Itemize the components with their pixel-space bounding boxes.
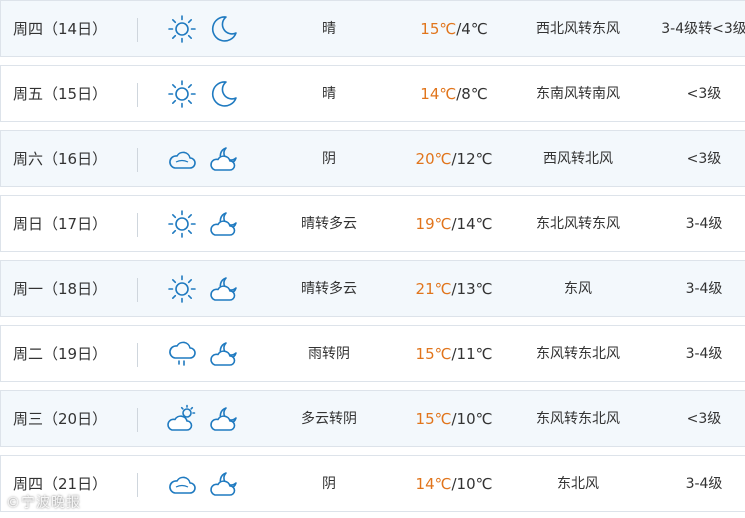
low-temp: 8℃	[461, 85, 488, 103]
divider	[137, 18, 138, 42]
low-temp: 13℃	[456, 280, 493, 298]
day-label: 周一（18日）	[13, 280, 108, 298]
cloud-icon	[167, 144, 197, 174]
divider	[137, 343, 138, 367]
cloudy-night-icon	[209, 339, 239, 369]
temperature-range: 15℃/10℃	[395, 391, 513, 448]
low-temp: 11℃	[456, 345, 493, 363]
low-temp: 10℃	[456, 410, 493, 428]
wind-direction: 东北风	[557, 476, 599, 492]
high-temp: 21℃	[415, 280, 452, 298]
forecast-row: 周三（20日） 多云转阴 15℃/10℃ 东风转东北风 <3级	[0, 390, 745, 447]
wind-level: 3-4级	[685, 476, 723, 492]
temperature-range: 21℃/13℃	[395, 261, 513, 318]
condition-text: 晴	[322, 86, 336, 102]
weather-icons	[167, 339, 251, 369]
day-label: 周日（17日）	[13, 215, 108, 233]
cloudy-night-icon	[209, 209, 239, 239]
high-temp: 14℃	[415, 475, 452, 493]
moon-icon	[209, 14, 239, 44]
wind-direction: 东北风转东风	[536, 216, 620, 232]
cloudy-night-icon	[209, 274, 239, 304]
forecast-row: 周二（19日） 雨转阴 15℃/11℃ 东风转东北风 3-4级	[0, 325, 745, 382]
day-label: 周四（14日）	[13, 20, 108, 38]
low-temp: 10℃	[456, 475, 493, 493]
condition-text: 雨转阴	[308, 346, 350, 362]
weather-icons	[167, 274, 251, 304]
wind-direction: 西北风转东风	[536, 21, 620, 37]
divider	[137, 278, 138, 302]
sun-icon	[167, 14, 197, 44]
divider	[137, 473, 138, 497]
weather-icons	[167, 79, 251, 109]
condition-text: 晴转多云	[301, 281, 357, 297]
temperature-range: 20℃/12℃	[395, 131, 513, 188]
wind-direction: 西风转北风	[543, 151, 613, 167]
sun-icon	[167, 274, 197, 304]
day-label: 周六（16日）	[13, 150, 108, 168]
temperature-range: 14℃/8℃	[395, 66, 513, 123]
high-temp: 19℃	[415, 215, 452, 233]
moon-icon	[209, 79, 239, 109]
divider	[137, 83, 138, 107]
wind-level: 3-4级转<3级	[661, 21, 745, 37]
partly-cloudy-icon	[167, 404, 197, 434]
weather-icons	[167, 144, 251, 174]
wind-direction: 东风	[564, 281, 592, 297]
wind-direction: 东风转东北风	[536, 346, 620, 362]
wind-level: 3-4级	[685, 281, 723, 297]
condition-text: 阴	[322, 476, 336, 492]
condition-text: 多云转阴	[301, 411, 357, 427]
divider	[137, 408, 138, 432]
weather-icons	[167, 404, 251, 434]
low-temp: 4℃	[461, 20, 488, 38]
wind-level: 3-4级	[685, 216, 723, 232]
cloudy-night-icon	[209, 144, 239, 174]
high-temp: 15℃	[415, 345, 452, 363]
temperature-range: 14℃/10℃	[395, 456, 513, 513]
wind-direction: 东南风转南风	[536, 86, 620, 102]
high-temp: 15℃	[420, 20, 457, 38]
wind-level: <3级	[686, 86, 722, 102]
wind-direction: 东风转东北风	[536, 411, 620, 427]
divider	[137, 213, 138, 237]
wind-level: <3级	[686, 151, 722, 167]
high-temp: 20℃	[415, 150, 452, 168]
day-label: 周五（15日）	[13, 85, 108, 103]
cloudy-night-icon	[209, 404, 239, 434]
temperature-range: 15℃/4℃	[395, 1, 513, 58]
watermark: ©宁波晚报	[6, 495, 81, 511]
wind-level: 3-4级	[685, 346, 723, 362]
condition-text: 阴	[322, 151, 336, 167]
temperature-range: 19℃/14℃	[395, 196, 513, 253]
weather-icons	[167, 209, 251, 239]
high-temp: 15℃	[415, 410, 452, 428]
temperature-range: 15℃/11℃	[395, 326, 513, 383]
low-temp: 14℃	[456, 215, 493, 233]
forecast-row: 周五（15日） 晴 14℃/8℃ 东南风转南风 <3级	[0, 65, 745, 122]
condition-text: 晴转多云	[301, 216, 357, 232]
cloudy-night-icon	[209, 469, 239, 499]
sun-icon	[167, 209, 197, 239]
low-temp: 12℃	[456, 150, 493, 168]
cloud-icon	[167, 469, 197, 499]
forecast-row: 周日（17日） 晴转多云 19℃/14℃ 东北风转东风 3-4级	[0, 195, 745, 252]
forecast-row: 周一（18日） 晴转多云 21℃/13℃ 东风 3-4级	[0, 260, 745, 317]
day-label: 周二（19日）	[13, 345, 108, 363]
forecast-row: 周四（21日） 阴 14℃/10℃ 东北风 3-4级	[0, 455, 745, 512]
weather-icons	[167, 14, 251, 44]
wind-level: <3级	[686, 411, 722, 427]
sun-icon	[167, 79, 197, 109]
weather-icons	[167, 469, 251, 499]
high-temp: 14℃	[420, 85, 457, 103]
divider	[137, 148, 138, 172]
day-label: 周三（20日）	[13, 410, 108, 428]
rain-cloud-icon	[167, 339, 197, 369]
forecast-row: 周四（14日） 晴 15℃/4℃ 西北风转东风 3-4级转<3级	[0, 0, 745, 57]
condition-text: 晴	[322, 21, 336, 37]
forecast-row: 周六（16日） 阴 20℃/12℃ 西风转北风 <3级	[0, 130, 745, 187]
